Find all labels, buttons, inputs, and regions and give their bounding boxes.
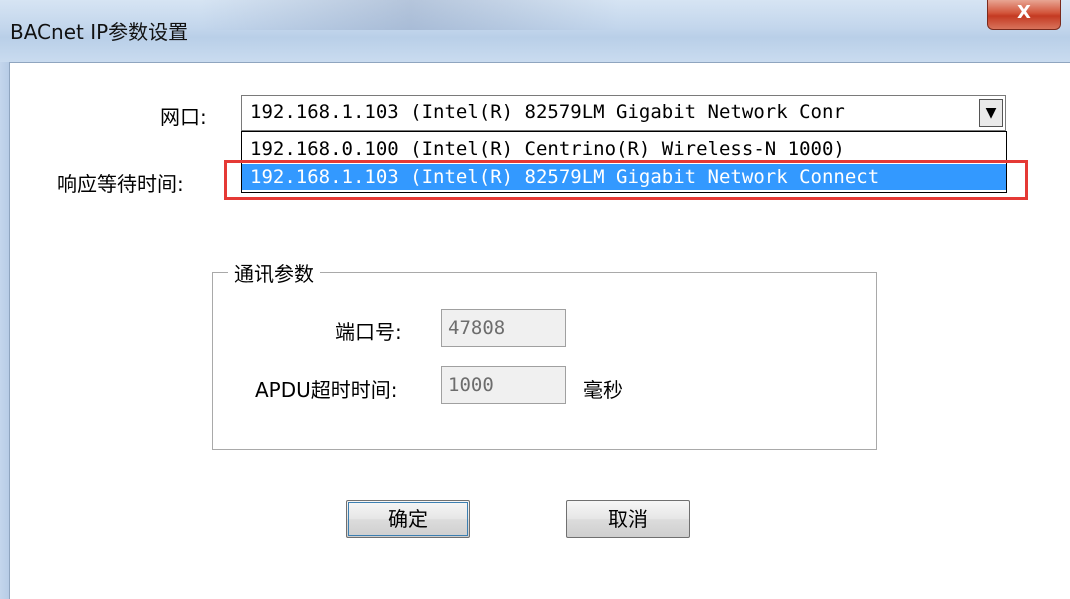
- network-label: 网口:: [160, 105, 207, 129]
- apdu-unit-label: 毫秒: [583, 378, 623, 402]
- window-left-border: [0, 62, 9, 599]
- dropdown-option-selected[interactable]: 192.168.1.103 (Intel(R) 82579LM Gigabit …: [242, 164, 1006, 190]
- network-interface-select[interactable]: 192.168.1.103 (Intel(R) 82579LM Gigabit …: [241, 95, 1006, 131]
- port-label: 端口号:: [335, 320, 402, 344]
- dropdown-option[interactable]: 192.168.0.100 (Intel(R) Centrino(R) Wire…: [242, 136, 1006, 162]
- window-title: BACnet IP参数设置: [10, 20, 189, 44]
- close-icon: X: [1017, 2, 1031, 23]
- ok-button[interactable]: 确定: [346, 500, 470, 538]
- cancel-button[interactable]: 取消: [566, 500, 690, 538]
- port-field[interactable]: 47808: [441, 309, 566, 347]
- apdu-timeout-field[interactable]: 1000: [441, 366, 566, 404]
- network-selected-value: 192.168.1.103 (Intel(R) 82579LM Gigabit …: [250, 101, 845, 123]
- comm-params-group: [212, 272, 877, 450]
- chevron-down-icon[interactable]: ▼: [979, 99, 1003, 127]
- apdu-timeout-label: APDU超时时间:: [255, 378, 398, 402]
- title-bar: BACnet IP参数设置 X: [0, 0, 1070, 62]
- comm-params-group-title: 通讯参数: [228, 258, 320, 287]
- network-interface-dropdown: 192.168.0.100 (Intel(R) Centrino(R) Wire…: [241, 131, 1007, 193]
- title-bar-glare: [200, 0, 620, 30]
- response-timeout-label: 响应等待时间:: [57, 172, 184, 196]
- close-button[interactable]: X: [987, 0, 1061, 30]
